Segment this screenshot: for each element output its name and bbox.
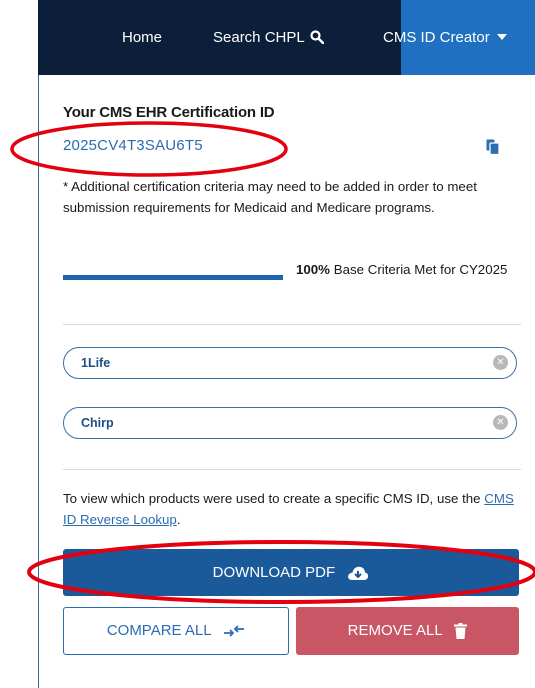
remove-all-button[interactable]: REMOVE ALL: [296, 607, 519, 655]
product-chip: Chirp ✕: [63, 407, 517, 439]
cert-id-value: 2025CV4T3SAU6T5: [63, 137, 203, 154]
copy-icon[interactable]: [486, 139, 500, 155]
progress-percent: 100%: [296, 262, 331, 277]
caret-down-icon: [496, 34, 507, 40]
nav-search-link[interactable]: Search CHPL: [213, 29, 325, 47]
divider: [63, 324, 521, 325]
product-chip: 1Life ✕: [63, 347, 517, 379]
progress-bar: [63, 275, 283, 280]
nav-search-label: Search CHPL: [213, 29, 305, 46]
nav-creator-label: CMS ID Creator: [383, 29, 490, 46]
info-text: To view which products were used to crea…: [63, 491, 481, 506]
compare-all-label: COMPARE ALL: [106, 622, 212, 639]
download-pdf-button[interactable]: DOWNLOAD PDF: [63, 549, 519, 596]
remove-all-label: REMOVE ALL: [347, 622, 443, 639]
cloud-download-icon: [348, 566, 369, 581]
reverse-lookup-info: To view which products were used to crea…: [63, 488, 523, 530]
divider: [63, 469, 521, 470]
remove-product-icon[interactable]: ✕: [493, 355, 508, 370]
progress-label: Base Criteria Met for CY2025: [333, 262, 508, 277]
criteria-note: * Additional certification criteria may …: [63, 179, 477, 215]
download-pdf-label: DOWNLOAD PDF: [212, 564, 336, 581]
compare-arrows-icon: [224, 625, 245, 637]
search-icon: [310, 30, 325, 45]
trash-icon: [454, 623, 468, 640]
progress-fill: [63, 275, 283, 280]
product-chip-label: Chirp: [81, 416, 114, 430]
progress-text: 100% Base Criteria Met for CY2025: [296, 259, 526, 280]
remove-product-icon[interactable]: ✕: [493, 415, 508, 430]
top-navbar: Home Search CHPL CMS ID Creator: [38, 0, 535, 75]
product-chip-label: 1Life: [81, 356, 111, 370]
info-end: .: [176, 512, 181, 527]
cms-id-panel: [39, 75, 535, 688]
nav-home-link[interactable]: Home: [122, 29, 162, 47]
panel-heading: Your CMS EHR Certification ID: [63, 104, 275, 121]
nav-cms-id-creator-link[interactable]: CMS ID Creator: [383, 29, 507, 47]
compare-all-button[interactable]: COMPARE ALL: [63, 607, 289, 655]
